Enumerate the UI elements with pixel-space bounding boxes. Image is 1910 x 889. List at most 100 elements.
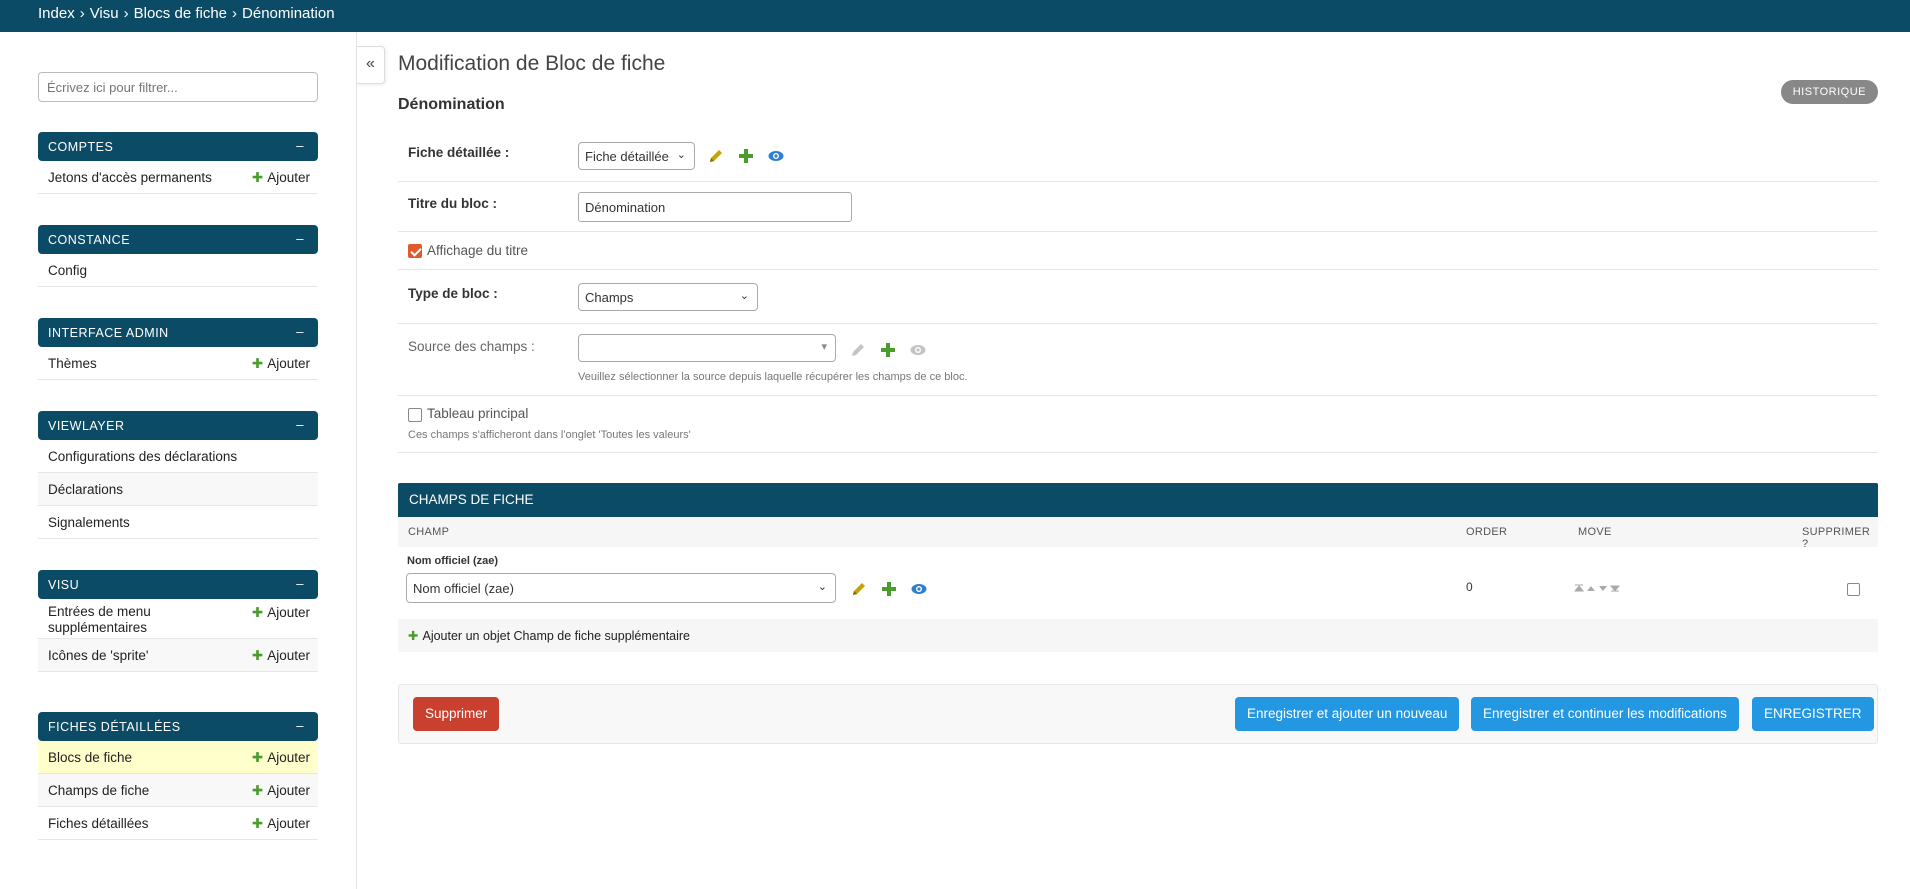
fiche-select[interactable]: Fiche détaillée ⌄ <box>578 142 695 170</box>
breadcrumb-separator: › <box>79 5 85 22</box>
sidebar-toggle-button[interactable]: « <box>357 46 385 84</box>
field-row-tableau: Tableau principal Ces champs s'affichero… <box>398 396 1878 453</box>
module-fiches-detaillees: FICHES DÉTAILLÉES – Blocs de fiche ✚ Ajoute… <box>38 712 318 840</box>
inline-field-label: Nom officiel (zae) <box>407 555 499 567</box>
breadcrumb: Index › Visu › Blocs de fiche › Dénomination <box>0 0 1910 32</box>
sidebar-item-icones-sprite[interactable]: Icônes de 'sprite' ✚ Ajouter <box>38 639 318 672</box>
breadcrumb-index[interactable]: Index <box>38 5 75 22</box>
collapse-icon[interactable]: – <box>296 417 304 432</box>
plus-icon: ✚ <box>251 648 264 663</box>
field-label: Type de bloc : <box>408 286 498 301</box>
breadcrumb-blocs[interactable]: Blocs de fiche <box>134 5 227 22</box>
module-visu: VISU – Entrées de menu supplémentaires ✚ Aj… <box>38 570 318 672</box>
tableau-help-text: Ces champs s'afficheront dans l'onglet '… <box>408 429 691 441</box>
add-link[interactable]: ✚ Ajouter <box>252 648 310 664</box>
field-row-source: Source des champs : ▾ Veuillez sélection… <box>398 324 1878 396</box>
chevron-down-icon: ⌄ <box>817 581 827 593</box>
sidebar-item-declarations[interactable]: Déclarations <box>38 473 318 506</box>
fiche-actions <box>708 148 784 164</box>
module-header: COMPTES – <box>38 132 318 161</box>
column-order: ORDER <box>1466 526 1508 538</box>
chevron-down-icon: ⌄ <box>739 290 749 302</box>
plus-icon[interactable] <box>880 342 896 358</box>
eye-icon[interactable] <box>910 342 926 358</box>
field-label: Source des champs : <box>408 339 535 354</box>
sidebar-item-fiches-detaillees[interactable]: Fiches détaillées ✚ Ajouter <box>38 807 318 840</box>
tableau-checkbox[interactable] <box>408 408 422 422</box>
breadcrumb-visu[interactable]: Visu <box>90 5 119 22</box>
collapse-icon[interactable]: – <box>296 231 304 246</box>
add-link[interactable]: ✚ Ajouter <box>252 816 310 832</box>
inline-row: Nom officiel (zae) Nom officiel (zae) ⌄ 0 <box>398 547 1878 617</box>
inline-champ-select[interactable]: Nom officiel (zae) ⌄ <box>406 573 836 603</box>
titre-input[interactable]: Dénomination <box>578 192 852 222</box>
save-and-add-button[interactable]: Enregistrer et ajouter un nouveau <box>1235 697 1460 731</box>
sidebar-item-configurations[interactable]: Configurations des déclarations <box>38 440 318 473</box>
page-title: Modification de Bloc de fiche <box>398 52 666 75</box>
sidebar-item-jetons[interactable]: Jetons d'accès permanents ✚ Ajouter <box>38 161 318 194</box>
sidebar-item-config[interactable]: Config <box>38 254 318 287</box>
plus-icon: ✚ <box>251 170 264 185</box>
delete-button[interactable]: Supprimer <box>413 697 500 731</box>
plus-icon: ✚ <box>251 750 264 765</box>
collapse-icon[interactable]: – <box>296 718 304 733</box>
add-link[interactable]: ✚ Ajouter <box>252 356 310 372</box>
source-help-text: Veuillez sélectionner la source depuis l… <box>578 371 968 383</box>
field-row-type: Type de bloc : Champs ⌄ <box>398 270 1878 324</box>
breadcrumb-separator: › <box>123 5 129 22</box>
plus-icon[interactable] <box>738 148 754 164</box>
module-header: CONSTANCE – <box>38 225 318 254</box>
sidebar-item-entrees-menu[interactable]: Entrées de menu supplémentaires ✚ Ajouter <box>38 599 318 639</box>
field-label: Fiche détaillée : <box>408 145 510 160</box>
add-inline-link[interactable]: ✚ Ajouter un objet Champ de fiche supplém… <box>398 619 1878 652</box>
plus-icon: ✚ <box>408 629 419 643</box>
eye-icon[interactable] <box>768 148 784 164</box>
source-actions <box>850 342 926 358</box>
inline-delete-checkbox[interactable] <box>1847 583 1860 596</box>
column-champ: CHAMP <box>408 526 450 538</box>
plus-icon: ✚ <box>251 783 264 798</box>
field-row-fiche: Fiche détaillée : Fiche détaillée ⌄ <box>398 130 1878 182</box>
collapse-icon[interactable]: – <box>296 324 304 339</box>
sidebar-item-blocs-de-fiche[interactable]: Blocs de fiche ✚ Ajouter <box>38 741 318 774</box>
checkbox-label: Tableau principal <box>427 406 529 421</box>
add-link[interactable]: ✚ Ajouter <box>252 783 310 799</box>
sidebar-item-champs-de-fiche[interactable]: Champs de fiche ✚ Ajouter <box>38 774 318 807</box>
history-button[interactable]: HISTORIQUE <box>1780 80 1878 104</box>
add-link[interactable]: ✚ Ajouter <box>252 170 310 186</box>
plus-icon[interactable] <box>881 581 897 597</box>
module-header: FICHES DÉTAILLÉES – <box>38 712 318 741</box>
plus-icon: ✚ <box>251 356 264 371</box>
field-row-titre: Titre du bloc : Dénomination <box>398 182 1878 232</box>
pencil-icon[interactable] <box>850 342 866 358</box>
checkbox-label: Affichage du titre <box>427 243 529 258</box>
module-header: VISU – <box>38 570 318 599</box>
sidebar-filter-input[interactable] <box>38 72 318 102</box>
eye-icon[interactable] <box>911 581 927 597</box>
module-comptes: COMPTES – Jetons d'accès permanents ✚ Ajout… <box>38 132 318 194</box>
type-select[interactable]: Champs ⌄ <box>578 283 758 311</box>
add-link[interactable]: ✚ Ajouter <box>252 750 310 766</box>
sidebar-item-signalements[interactable]: Signalements <box>38 506 318 539</box>
pencil-icon[interactable] <box>851 581 867 597</box>
module-interface-admin: INTERFACE ADMIN – Thèmes ✚ Ajouter <box>38 318 318 380</box>
sidebar: COMPTES– Jetons d'accès permanents✚Ajout… <box>0 32 357 889</box>
affichage-checkbox[interactable] <box>408 244 422 258</box>
collapse-icon[interactable]: – <box>296 576 304 591</box>
module-header: VIEWLAYER – <box>38 411 318 440</box>
collapse-icon[interactable]: – <box>296 138 304 153</box>
column-move: MOVE <box>1578 526 1612 538</box>
object-name: Dénomination <box>398 96 505 113</box>
module-constance: CONSTANCE – Config <box>38 225 318 287</box>
chevron-down-icon: ⌄ <box>676 149 686 161</box>
move-arrows-icon[interactable] <box>1574 583 1620 593</box>
pencil-icon[interactable] <box>708 148 724 164</box>
breadcrumb-current: Dénomination <box>242 5 335 22</box>
save-and-continue-button[interactable]: Enregistrer et continuer les modificatio… <box>1471 697 1739 731</box>
save-button[interactable]: ENREGISTRER <box>1752 697 1874 731</box>
add-link[interactable]: ✚ Ajouter <box>252 605 310 621</box>
inline-order-value: 0 <box>1466 580 1473 594</box>
source-select[interactable]: ▾ <box>578 334 836 362</box>
module-viewlayer: VIEWLAYER – Configurations des déclaratio… <box>38 411 318 539</box>
sidebar-item-themes[interactable]: Thèmes ✚ Ajouter <box>38 347 318 380</box>
